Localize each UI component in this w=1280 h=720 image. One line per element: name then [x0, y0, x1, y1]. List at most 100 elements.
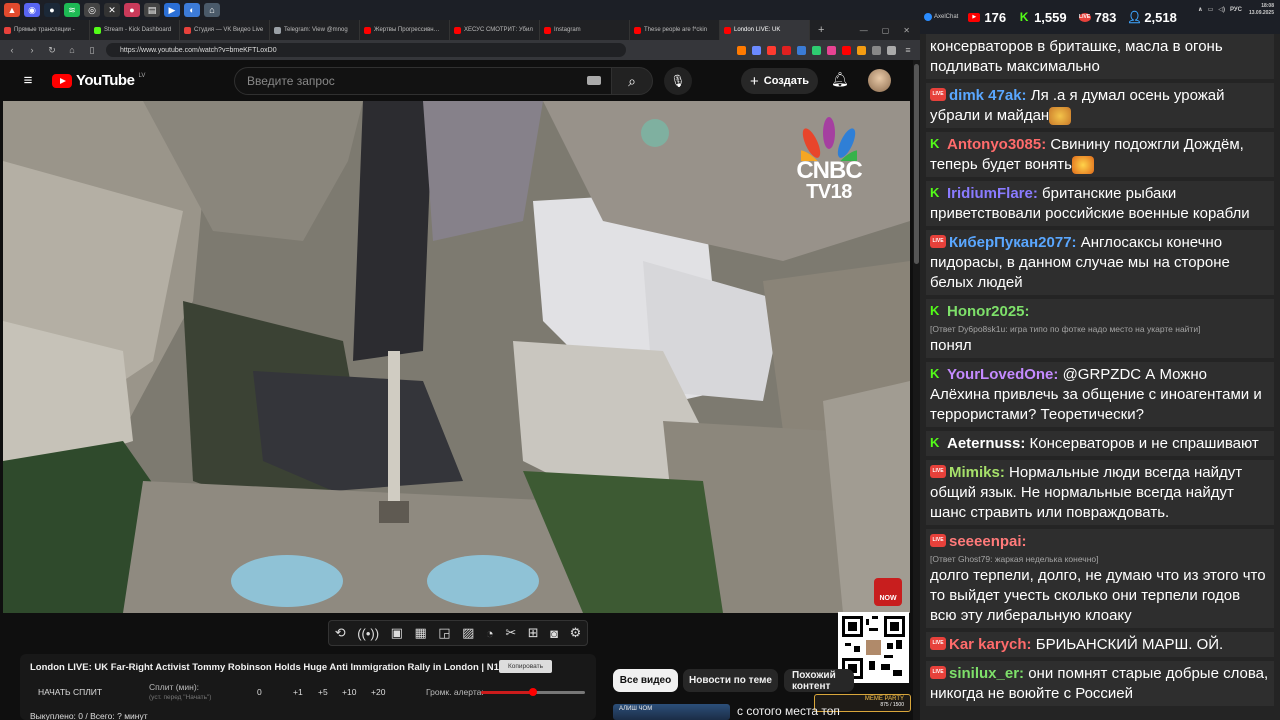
chat-username[interactable]: YourLovedOne:: [947, 366, 1058, 383]
search-input[interactable]: Введите запрос: [234, 67, 612, 95]
chat-username[interactable]: Kar karych:: [949, 636, 1032, 653]
bookmark-icon[interactable]: ▯: [86, 45, 98, 56]
chip-related-news[interactable]: Новости по теме: [683, 669, 778, 692]
chat-username[interactable]: Honor2025:: [947, 303, 1030, 320]
video-player[interactable]: CNBC TV18 NOW: [3, 101, 910, 613]
hamburger-menu-icon[interactable]: ≡: [20, 72, 36, 89]
reload-icon[interactable]: ↻: [46, 45, 58, 56]
search-button[interactable]: ⌕: [611, 67, 653, 95]
browser-tab[interactable]: Жертвы Прогрессивн…: [360, 20, 450, 40]
chat-username[interactable]: КиберПукан2077:: [949, 234, 1077, 251]
page-scrollbar[interactable]: [913, 60, 920, 720]
image-icon[interactable]: ▨: [462, 625, 474, 641]
minimize-icon[interactable]: —: [860, 26, 868, 35]
extension-icon[interactable]: [872, 45, 881, 55]
keyboard-language[interactable]: РУС: [1230, 7, 1242, 13]
extension-icon[interactable]: [887, 45, 896, 55]
folder-icon[interactable]: ▤: [144, 3, 160, 17]
system-clock[interactable]: 18:08 13.09.2025: [1249, 3, 1274, 17]
chat-username[interactable]: dimk 47ak:: [949, 87, 1027, 104]
extension-icon[interactable]: [857, 45, 866, 55]
menu-icon[interactable]: ≡: [902, 45, 914, 55]
notifications-bell-icon[interactable]: 🔔︎: [831, 71, 849, 88]
discord-icon[interactable]: ◉: [24, 3, 40, 17]
gear-icon[interactable]: ⚙: [570, 625, 582, 641]
network-icon[interactable]: ▭: [1208, 6, 1214, 13]
film-icon[interactable]: ▦: [414, 625, 426, 641]
browser-tab-strip: Прямые трансляции - Stream - Kick Dashboa…: [0, 20, 920, 40]
picture-in-picture-icon[interactable]: ◲: [438, 625, 450, 641]
chat-message-list[interactable]: консерваторов в бриташке, масла в огонь …: [920, 34, 1280, 720]
add-5-button[interactable]: +5: [318, 687, 328, 697]
close-icon[interactable]: ✕: [903, 26, 910, 35]
browser-tab[interactable]: Instagram: [540, 20, 630, 40]
recommended-video-thumbnail[interactable]: АЛИШ ЧОМ: [613, 704, 730, 720]
start-split-button[interactable]: НАЧАТЬ СПЛИТ: [38, 687, 102, 697]
app-icon[interactable]: ●: [124, 3, 140, 17]
browser-tab[interactable]: Stream - Kick Dashboard: [90, 20, 180, 40]
browser-tab[interactable]: Telegram: View @mnog: [270, 20, 360, 40]
browser-tab[interactable]: These people are f*ckin: [630, 20, 720, 40]
add-1-button[interactable]: +1: [293, 687, 303, 697]
browser-tab[interactable]: Студия — VK Видео Live: [180, 20, 270, 40]
volume-icon[interactable]: ◁): [1218, 6, 1225, 13]
add-clip-icon[interactable]: ⊞: [528, 625, 539, 641]
obs-icon[interactable]: ◎: [84, 3, 100, 17]
extension-icon[interactable]: [827, 45, 836, 55]
broadcast-icon[interactable]: ((•)): [357, 626, 379, 641]
extension-icon[interactable]: [752, 45, 761, 55]
extension-icon[interactable]: [797, 45, 806, 55]
chevron-up-icon[interactable]: ∧: [1198, 6, 1203, 13]
scissors-icon[interactable]: ✂: [505, 625, 516, 641]
total-viewer-count: 2,518: [1144, 9, 1177, 25]
loop-icon[interactable]: ⟲: [335, 625, 346, 641]
chat-username[interactable]: Antonyo3085:: [947, 136, 1046, 153]
copy-button[interactable]: Копировать: [499, 660, 552, 673]
chip-similar-content[interactable]: Похожий контент: [784, 669, 854, 692]
chat-username[interactable]: Aeternuss:: [947, 435, 1025, 452]
extension-icon[interactable]: [767, 45, 776, 55]
chat-username[interactable]: IridiumFlare:: [947, 185, 1038, 202]
back-icon[interactable]: ‹: [6, 45, 18, 55]
qr-code-icon: [842, 616, 905, 679]
screen-view-icon[interactable]: ▣: [391, 625, 403, 641]
add-10-button[interactable]: +10: [342, 687, 356, 697]
extension-icon[interactable]: [812, 45, 821, 55]
maximize-icon[interactable]: ▢: [882, 26, 890, 35]
browser-tab[interactable]: Прямые трансляции -: [0, 20, 90, 40]
chat-username[interactable]: seeeenpai:: [949, 533, 1027, 550]
speedometer-icon[interactable]: ◔: [486, 626, 494, 641]
new-tab-icon[interactable]: +: [810, 24, 832, 36]
alert-volume-slider[interactable]: [481, 688, 585, 696]
extension-icon[interactable]: [782, 45, 791, 55]
add-20-button[interactable]: +20: [371, 687, 385, 697]
tab-label: London LIVE: UK: [734, 27, 781, 33]
brave-browser-icon[interactable]: ▲: [4, 3, 20, 17]
chip-all-videos[interactable]: Все видео: [613, 669, 678, 692]
app-icon[interactable]: ◐: [184, 3, 200, 17]
home-icon[interactable]: ⌂: [66, 45, 78, 55]
app-icon[interactable]: ▶: [164, 3, 180, 17]
chat-username[interactable]: Mimiks:: [949, 464, 1005, 481]
keyboard-icon[interactable]: [587, 76, 601, 85]
app-icon[interactable]: ✕: [104, 3, 120, 17]
steam-icon[interactable]: ●: [44, 3, 60, 17]
alert-volume-knob[interactable]: [529, 688, 537, 696]
tab-label: Студия — VK Видео Live: [194, 27, 264, 33]
scrollbar-thumb[interactable]: [914, 64, 919, 264]
app-icon[interactable]: ⌂: [204, 3, 220, 17]
forward-icon[interactable]: ›: [26, 45, 38, 55]
url-input[interactable]: https://www.youtube.com/watch?v=bmeKFTLo…: [106, 43, 626, 57]
voice-search-button[interactable]: 🎙: [664, 67, 692, 95]
chat-username[interactable]: sinilux_er:: [949, 665, 1024, 682]
extension-icon[interactable]: [842, 45, 851, 55]
avatar[interactable]: [868, 69, 891, 92]
browser-tab[interactable]: ХЕСУС СМОТРИТ: Убил: [450, 20, 540, 40]
camera-icon[interactable]: ◙: [550, 626, 558, 641]
extension-icon[interactable]: [737, 45, 746, 55]
youtube-logo[interactable]: YouTube LV: [52, 72, 145, 89]
spotify-icon[interactable]: ≋: [64, 3, 80, 17]
browser-tab[interactable]: London LIVE: UK: [720, 20, 810, 40]
recommended-video-title[interactable]: с сотого места топ: [737, 704, 840, 718]
create-button[interactable]: + Создать: [741, 68, 818, 94]
